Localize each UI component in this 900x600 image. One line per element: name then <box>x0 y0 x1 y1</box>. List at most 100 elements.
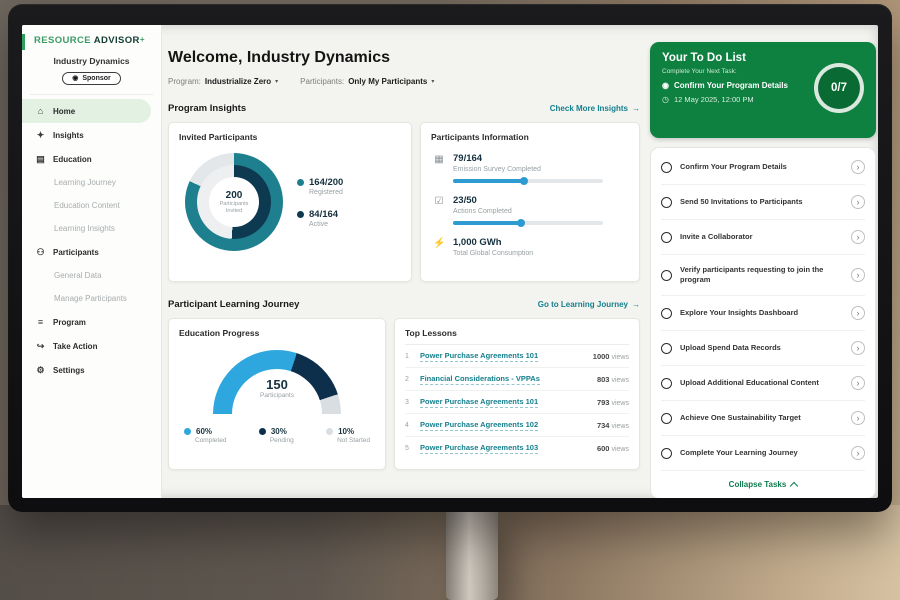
task-checkbox[interactable] <box>661 378 672 389</box>
lesson-row: 4 Power Purchase Agreements 102 734views <box>405 414 629 437</box>
page-title: Welcome, Industry Dynamics <box>168 49 640 67</box>
education-icon: ▤ <box>35 154 46 165</box>
task-row[interactable]: Verify participants requesting to join t… <box>661 255 865 296</box>
lesson-link[interactable]: Power Purchase Agreements 102 <box>420 420 538 431</box>
legend-dot <box>297 211 304 218</box>
task-checkbox[interactable] <box>661 413 672 424</box>
legend-label: Not Started <box>337 437 370 444</box>
task-checkbox[interactable] <box>661 162 672 173</box>
learning-journey-title: Participant Learning Journey <box>168 299 299 310</box>
settings-icon: ⚙ <box>35 365 46 376</box>
chevron-right-icon[interactable]: › <box>851 376 865 390</box>
education-gauge-chart: 150 Participants <box>213 350 341 414</box>
collapse-tasks-button[interactable]: Collapse Tasks <box>661 471 865 496</box>
chevron-right-icon[interactable]: › <box>851 160 865 174</box>
sponsor-badge[interactable]: ◉ Sponsor <box>62 72 121 85</box>
go-to-learning-journey-link[interactable]: Go to Learning Journey → <box>538 300 640 309</box>
lesson-rank: 2 <box>405 376 420 383</box>
info-card-title: Participants Information <box>431 132 629 142</box>
lesson-link[interactable]: Power Purchase Agreements 101 <box>420 351 538 362</box>
info-label: Total Global Consumption <box>453 250 533 257</box>
task-row[interactable]: Upload Spend Data Records › <box>661 331 865 366</box>
lesson-row: 5 Power Purchase Agreements 103 600views <box>405 437 629 460</box>
lesson-link[interactable]: Power Purchase Agreements 101 <box>420 397 538 408</box>
chevron-right-icon[interactable]: › <box>851 341 865 355</box>
sidebar-item[interactable]: ▤ Education <box>22 147 161 171</box>
chevron-right-icon[interactable]: › <box>851 230 865 244</box>
sidebar-item[interactable]: ✦ Insights <box>22 123 161 147</box>
lesson-views: 803views <box>597 375 629 384</box>
invited-total-label: Participants Invited <box>214 201 254 215</box>
task-row[interactable]: Explore Your Insights Dashboard › <box>661 296 865 331</box>
legend-entry: 164/200 Registered <box>297 177 343 196</box>
task-checkbox[interactable] <box>661 232 672 243</box>
sidebar: RESOURCE ADVISOR+ Industry Dynamics ◉ Sp… <box>22 25 162 498</box>
filter-dropdown[interactable]: Program: Industrialize Zero ▾ <box>168 77 278 86</box>
top-lessons-title: Top Lessons <box>405 328 629 345</box>
sidebar-item[interactable]: ↪ Take Action <box>22 334 161 358</box>
chevron-down-icon: ▾ <box>275 78 278 85</box>
sidebar-item-label: Education <box>53 155 92 164</box>
legend-label: Pending <box>270 437 294 444</box>
legend-value: 60% <box>196 427 212 436</box>
check-more-insights-link[interactable]: Check More Insights → <box>550 104 640 113</box>
gauge-center-value: 150 <box>213 377 341 392</box>
legend-dot <box>184 428 191 435</box>
target-icon: ◉ <box>662 81 669 90</box>
legend-entry: 60% Completed <box>184 427 226 444</box>
todo-progress-ring: 0/7 <box>814 63 864 113</box>
info-rows: ▦ 79/164 Emission Survey Completed <box>431 153 629 257</box>
chevron-down-icon: ▾ <box>431 78 434 85</box>
energy-icon: ⚡ <box>433 237 445 257</box>
task-checkbox[interactable] <box>661 343 672 354</box>
insights-icon: ✦ <box>35 130 46 141</box>
task-row[interactable]: Invite a Collaborator › <box>661 220 865 255</box>
sidebar-item-label: Home <box>53 107 75 116</box>
chevron-right-icon[interactable]: › <box>851 195 865 209</box>
sidebar-item[interactable]: ⚙ Settings <box>22 358 161 382</box>
sidebar-item[interactable]: ⚇ Participants <box>22 240 161 264</box>
lesson-link[interactable]: Power Purchase Agreements 103 <box>420 443 538 454</box>
task-row[interactable]: Confirm Your Program Details › <box>661 150 865 185</box>
sidebar-item[interactable]: ≡ Program <box>22 310 161 334</box>
sidebar-item[interactable]: ⌂ Home <box>22 99 151 123</box>
task-row[interactable]: Send 50 Invitations to Participants › <box>661 185 865 220</box>
lesson-link[interactable]: Financial Considerations - VPPAs <box>420 374 540 385</box>
chevron-right-icon[interactable]: › <box>851 268 865 282</box>
task-label: Upload Spend Data Records <box>680 343 843 353</box>
filter-value: Only My Participants <box>348 77 427 86</box>
task-label: Invite a Collaborator <box>680 232 843 242</box>
legend-entry: 10% Not Started <box>326 427 370 444</box>
sidebar-item[interactable]: General Data <box>22 264 161 287</box>
learning-journey-header: Participant Learning Journey Go to Learn… <box>168 299 640 310</box>
chevron-right-icon[interactable]: › <box>851 446 865 460</box>
sidebar-item[interactable]: Manage Participants <box>22 287 161 310</box>
donut-center: 200 Participants Invited <box>209 177 259 227</box>
task-checkbox[interactable] <box>661 308 672 319</box>
gauge-center-label: Participants <box>213 392 341 399</box>
info-label: Actions Completed <box>453 208 603 215</box>
info-row: ▦ 79/164 Emission Survey Completed <box>433 153 629 183</box>
sidebar-item-label: Insights <box>53 131 84 140</box>
participants-icon: ⚇ <box>35 247 46 258</box>
sidebar-item[interactable]: Learning Journey <box>22 171 161 194</box>
task-checkbox[interactable] <box>661 197 672 208</box>
chevron-right-icon[interactable]: › <box>851 306 865 320</box>
info-label: Emission Survey Completed <box>453 166 603 173</box>
todo-panel: Your To Do List Complete Your Next Task:… <box>650 25 876 498</box>
sidebar-item[interactable]: Education Content <box>22 194 161 217</box>
monitor-bezel: RESOURCE ADVISOR+ Industry Dynamics ◉ Sp… <box>8 4 892 512</box>
legend-value: 30% <box>271 427 287 436</box>
lesson-rank: 3 <box>405 399 420 406</box>
lesson-views: 734views <box>597 421 629 430</box>
chevron-right-icon[interactable]: › <box>851 411 865 425</box>
task-row[interactable]: Complete Your Learning Journey › <box>661 436 865 471</box>
task-checkbox[interactable] <box>661 448 672 459</box>
task-row[interactable]: Achieve One Sustainability Target › <box>661 401 865 436</box>
filter-dropdown[interactable]: Participants: Only My Participants ▾ <box>300 77 434 86</box>
sidebar-item[interactable]: Learning Insights <box>22 217 161 240</box>
task-row[interactable]: Upload Additional Educational Content › <box>661 366 865 401</box>
lesson-rows: 1 Power Purchase Agreements 101 1000view… <box>405 345 629 460</box>
invited-total-value: 200 <box>226 190 243 201</box>
task-checkbox[interactable] <box>661 270 672 281</box>
